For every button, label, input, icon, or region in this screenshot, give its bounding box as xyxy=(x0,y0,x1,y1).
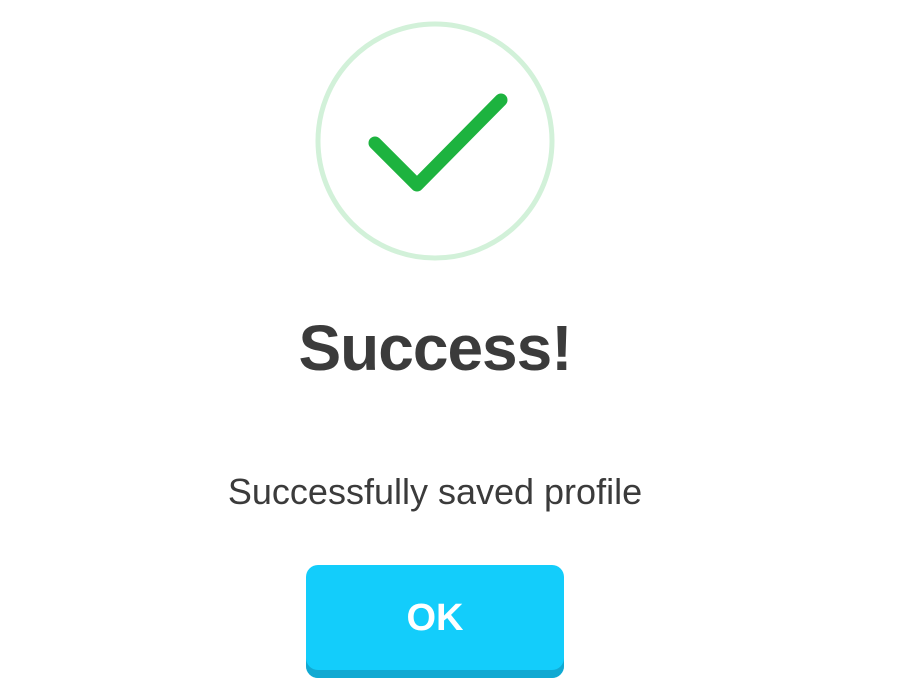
dialog-title: Success! xyxy=(298,312,572,384)
check-circle-icon xyxy=(314,20,556,262)
ok-button[interactable]: OK xyxy=(306,565,564,678)
dialog-message: Successfully saved profile xyxy=(227,471,643,512)
success-dialog: Success! Successfully saved profile OK xyxy=(0,0,906,686)
